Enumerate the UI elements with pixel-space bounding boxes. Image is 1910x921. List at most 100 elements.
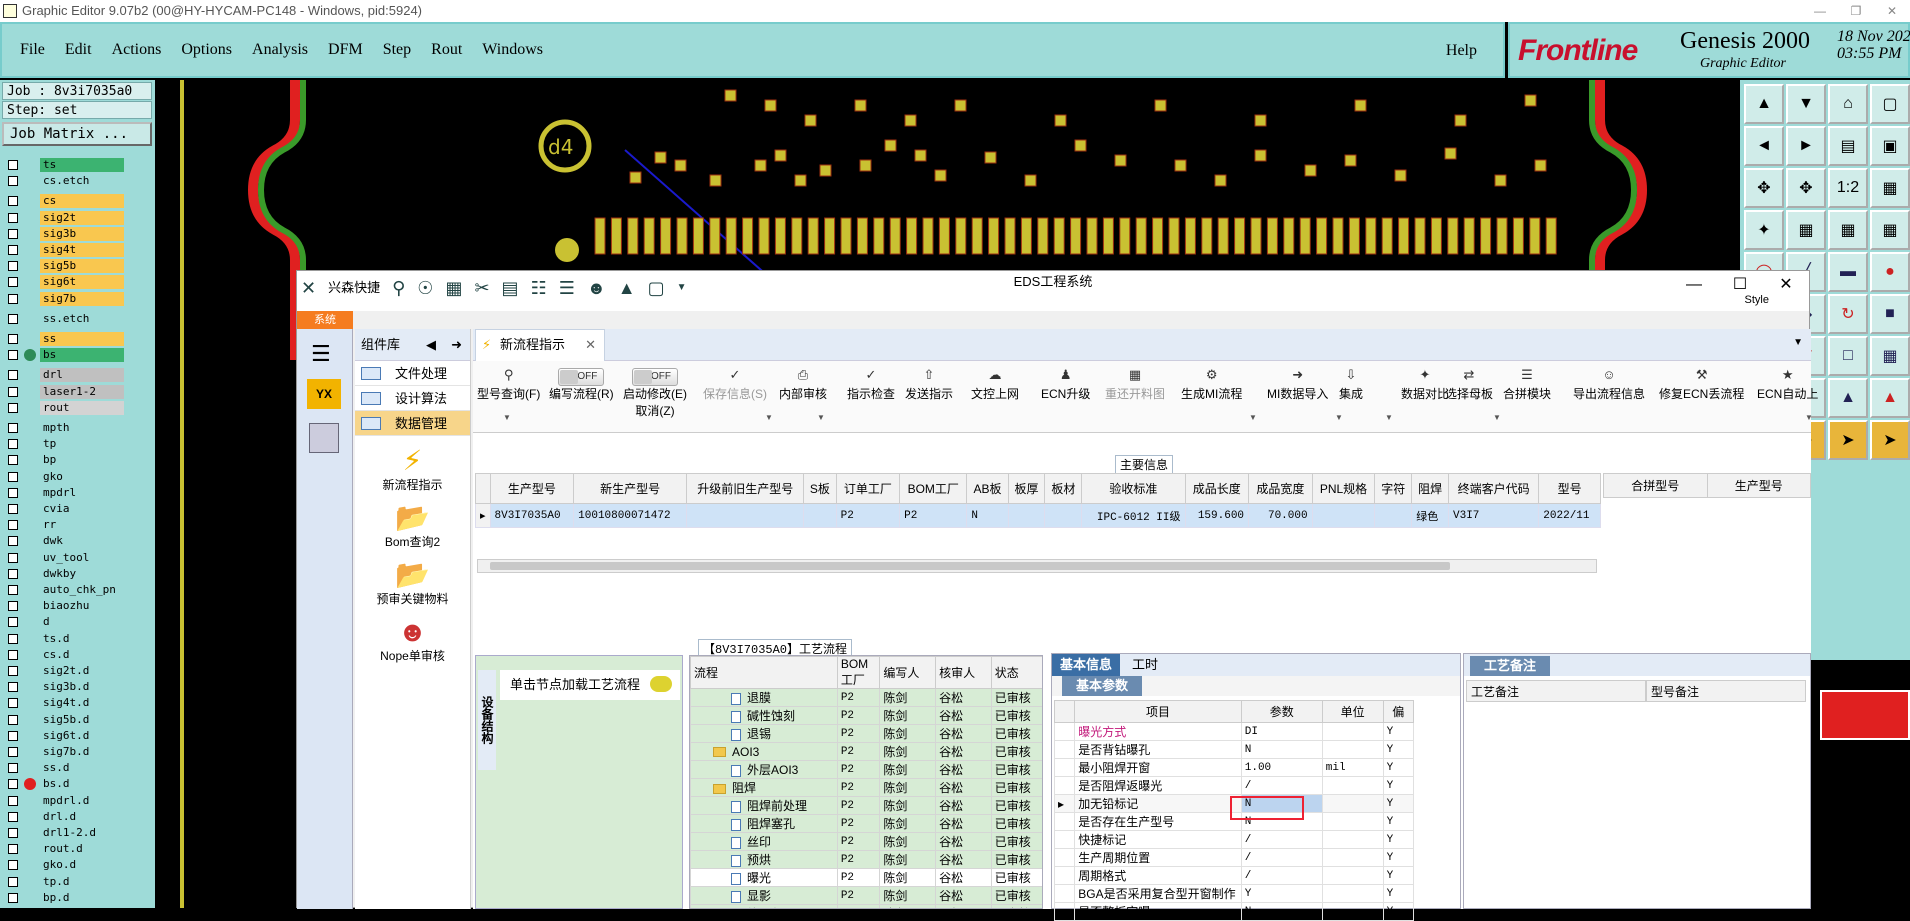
ribbon-button-9[interactable]: ▦重还开料图 [1105,367,1165,402]
table-cell[interactable]: V3I7 [1449,504,1539,528]
dropdown-arrow-icon[interactable]: ▼ [1385,413,1393,422]
ribbon-button-8[interactable]: ♟ECN升级 [1041,367,1090,402]
tree-node[interactable]: 阻焊 [691,779,838,797]
job-matrix-button[interactable]: Job Matrix ... [2,122,152,146]
ribbon-button-16[interactable]: ☺导出流程信息 [1573,367,1645,402]
param-row[interactable]: 是否整板空曝NY [1055,903,1414,921]
dropdown-arrow-icon[interactable]: ▼ [503,413,511,422]
layer-checkbox[interactable] [8,245,18,255]
param-row[interactable]: 快捷标记/Y [1055,831,1414,849]
minimize-button[interactable]: — [1802,0,1838,22]
lifebuoy-icon[interactable]: ☉ [417,277,433,299]
col-header[interactable]: 合拼型号 [1604,474,1708,498]
layer-name[interactable]: drl.d [40,810,124,824]
col-header[interactable]: 终端客户代码 [1449,474,1539,504]
col-header[interactable]: 单位 [1322,701,1383,723]
param-row[interactable]: 最小阻焊开窗1.00milY [1055,759,1414,777]
layer-row[interactable]: gko.d [2,858,152,872]
ribbon-button-6[interactable]: ⇧发送指示 [905,367,953,402]
dropdown-arrow-icon[interactable]: ▼ [1805,413,1813,422]
col-header[interactable]: 型号备注 [1646,680,1806,702]
col-header[interactable]: 生产型号 [1707,474,1811,498]
col-header[interactable]: PNL规格 [1312,474,1375,504]
grid-icon[interactable]: ▦ [1786,210,1826,250]
col-header[interactable]: 阻焊 [1412,474,1449,504]
layer-row[interactable]: rout [2,401,152,415]
col-header[interactable]: 字符 [1375,474,1412,504]
layer-name[interactable]: ss.d [40,761,124,775]
layer-checkbox[interactable] [8,472,18,482]
table-cell[interactable]: N [967,504,1008,528]
table-cell[interactable]: P2 [900,504,967,528]
tree-node[interactable]: 退膜 [691,689,838,707]
style-label[interactable]: Style [1745,289,1769,311]
col-header[interactable]: 新生产型号 [574,474,687,504]
ribbon-button-4[interactable]: ⎙内部审核 [779,367,827,402]
layer-checkbox[interactable] [8,196,18,206]
col-header[interactable]: BOM工厂 [900,474,967,504]
tree-row[interactable]: 显影P2陈剑谷松已审核 [691,887,1044,905]
layer-checkbox[interactable] [8,294,18,304]
eds-close-button[interactable]: ✕ [1763,271,1809,299]
zoom-icon[interactable]: ▤ [1828,126,1868,166]
col-header[interactable]: 生产型号 [490,474,574,504]
layer-row[interactable]: bp.d [2,891,152,905]
layer-row[interactable]: sig7b.d [2,745,152,759]
close-tab-icon[interactable]: ✕ [585,330,596,360]
tree-node[interactable]: 阻焊塞孔 [691,815,838,833]
tree-row[interactable]: 阻焊前处理P2陈剑谷松已审核 [691,797,1044,815]
layer-row[interactable]: ts.d [2,632,152,646]
layer-name[interactable]: sig6t.d [40,729,124,743]
layer-checkbox[interactable] [8,763,18,773]
tool-bom-query[interactable]: 📂Bom查询2 [355,503,470,550]
ribbon-button-7[interactable]: ☁文控上网 [971,367,1019,402]
layer-checkbox[interactable] [8,844,18,854]
layer-name[interactable]: cs.d [40,648,124,662]
pin-icon[interactable]: ➜ [451,329,462,361]
complib-item-design[interactable]: 设计算法 [355,386,470,411]
layer-row[interactable]: rr [2,518,152,532]
table-cell[interactable]: 8V3I7035A0 [490,504,574,528]
layer-row[interactable]: auto_chk_pn [2,583,152,597]
menu-actions[interactable]: Actions [112,41,162,59]
ribbon-button-15[interactable]: ☰合拼模块 [1503,367,1551,402]
layer-row[interactable]: ss.etch [2,312,152,326]
tool-new-process[interactable]: ⚡新流程指示 [355,446,470,493]
layer-name[interactable]: gko [40,470,124,484]
select-box-icon[interactable]: ➤ [1870,420,1910,460]
param-row[interactable]: 是否阻焊返曝光/Y [1055,777,1414,795]
layer-checkbox[interactable] [8,698,18,708]
layer-checkbox[interactable] [8,877,18,887]
param-row[interactable]: 曝光方式DIY [1055,723,1414,741]
film-icon[interactable]: ▤ [502,277,519,299]
layer-checkbox[interactable] [8,455,18,465]
layer-name[interactable]: bs.d [40,777,124,791]
col-header[interactable]: 订单工厂 [836,474,900,504]
layer-name[interactable]: bs [40,348,124,362]
layer-name[interactable]: sig3b.d [40,680,124,694]
layer-row[interactable]: bs.d [2,777,152,791]
menu-edit[interactable]: Edit [65,41,92,59]
layer-checkbox[interactable] [8,334,18,344]
tree-row[interactable]: 退锡P2陈剑谷松已审核 [691,725,1044,743]
move-left-icon[interactable]: ◄ [1744,126,1784,166]
table-row[interactable]: ▸8V3I7035A010010800071472P2P2NIPC-6012 I… [476,504,1601,528]
layer-checkbox[interactable] [8,601,18,611]
layer-checkbox[interactable] [8,423,18,433]
col-header[interactable]: BOM工厂 [837,657,880,689]
ribbon-button-14[interactable]: ⇄选择母板 [1445,367,1493,402]
ribbon-button-12[interactable]: ⇩集成 [1339,367,1363,402]
param-value[interactable]: / [1241,867,1322,885]
tree-node[interactable]: 退锡 [691,725,838,743]
col-header[interactable]: 验收标准 [1082,474,1185,504]
complib-item-data[interactable]: 数据管理 [355,411,470,436]
menu-windows[interactable]: Windows [482,41,543,59]
rotate-tool-icon[interactable]: ↻ [1828,294,1868,334]
tree-row[interactable]: 曝光P2陈剑谷松已审核 [691,869,1044,887]
layer-checkbox[interactable] [8,731,18,741]
layer-row[interactable]: tp.d [2,875,152,889]
layer-row[interactable]: cvia [2,502,152,516]
layer-row[interactable]: sig4t [2,243,152,257]
table-cell[interactable] [687,504,804,528]
layer-checkbox[interactable] [8,682,18,692]
